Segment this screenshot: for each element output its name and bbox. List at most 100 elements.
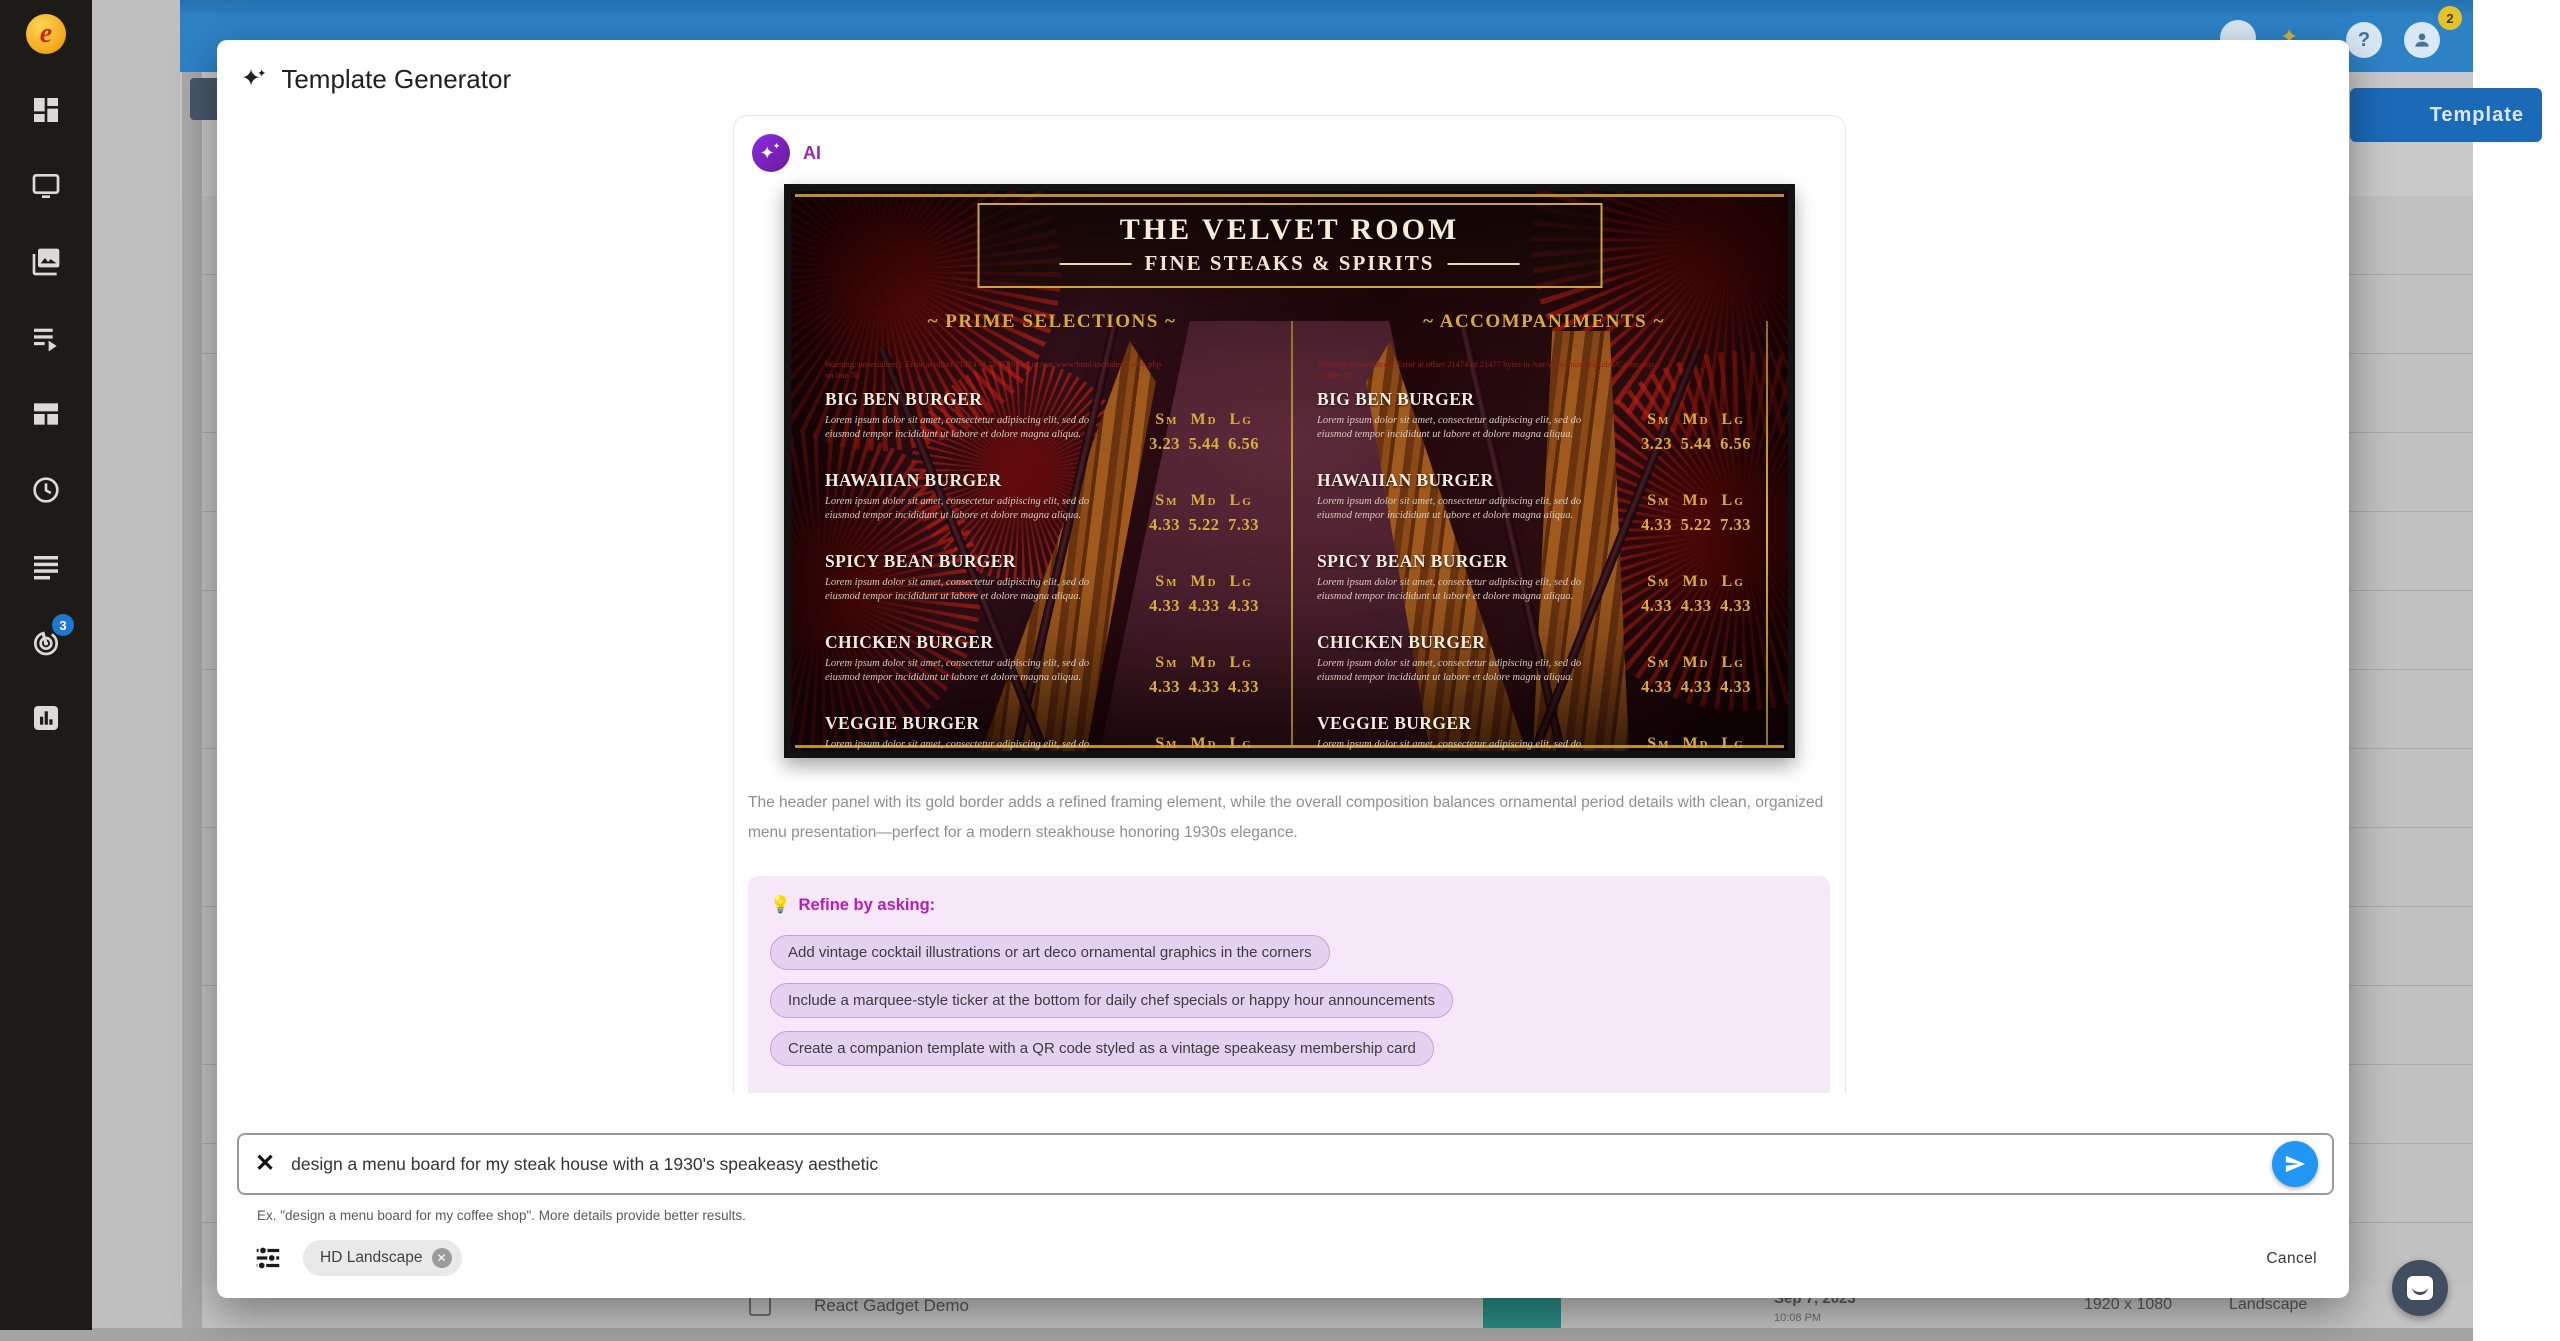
list-icon <box>30 550 62 582</box>
sidebar-item-displays[interactable] <box>26 166 66 206</box>
item-desc: Lorem ipsum dolor sit amet, consectetur … <box>825 495 1125 524</box>
sidebar-item-schedules[interactable] <box>26 470 66 510</box>
warning-text: Warning: unserialize(): Error at offset … <box>825 359 1165 383</box>
item-prices: 4.33 4.33 4.33 <box>1621 677 1771 697</box>
tune-icon[interactable] <box>253 1243 283 1273</box>
analytics-icon <box>30 702 62 734</box>
menu-header-panel: THE VELVET ROOM FINE STEAKS & SPIRITS <box>977 203 1602 288</box>
item-prices: 4.33 4.33 4.33 <box>1621 596 1771 616</box>
hidden-button-edge <box>190 78 218 120</box>
sidebar-item-media-library[interactable] <box>26 242 66 282</box>
sidebar: e <box>0 0 92 1330</box>
menu-column-prime-selections: ~ PRIME SELECTIONS ~ Warning: unserializ… <box>817 311 1287 758</box>
item-sizes: Sm Md Lg <box>1621 735 1771 753</box>
menu-item: BIG BEN BURGERLorem ipsum dolor sit amet… <box>817 389 1287 470</box>
prompt-field[interactable]: ✕ <box>237 1133 2334 1195</box>
item-sizes: Sm Md Lg <box>1129 735 1279 753</box>
item-name: HAWAIIAN BURGER <box>825 470 1129 491</box>
help-icon[interactable]: ? <box>2346 22 2382 58</box>
prompt-helper-text: Ex. "design a menu board for my coffee s… <box>257 1208 746 1223</box>
ai-label: AI <box>803 143 821 164</box>
scrollbar[interactable] <box>182 72 202 1328</box>
item-desc: Lorem ipsum dolor sit amet, consectetur … <box>1317 657 1617 686</box>
ai-header-row: ✦✦ AI <box>752 134 1845 172</box>
menu-subtitle-row: FINE STEAKS & SPIRITS <box>989 251 1590 276</box>
refine-title-row: 💡 Refine by asking: <box>770 896 1808 915</box>
item-desc: Lorem ipsum dolor sit amet, consectetur … <box>1317 414 1617 443</box>
filter-row: HD Landscape ✕ <box>253 1240 462 1276</box>
column-divider <box>1291 321 1293 745</box>
item-prices: 4.33 5.22 7.33 <box>1129 515 1279 535</box>
item-sizes: Sm Md Lg <box>1621 411 1771 429</box>
menu-section-title: ~ PRIME SELECTIONS ~ <box>817 311 1287 333</box>
generated-template-preview[interactable]: THE VELVET ROOM FINE STEAKS & SPIRITS ~ … <box>784 184 1795 758</box>
account-badge: 2 <box>2438 6 2462 30</box>
row-orientation: Landscape <box>2229 1296 2307 1314</box>
item-sizes: Sm Md Lg <box>1621 492 1771 510</box>
whats-new-badge: 3 <box>52 614 74 636</box>
refine-suggestions: Add vintage cocktail illustrations or ar… <box>770 935 1808 1066</box>
row-resolution: 1920 x 1080 <box>2084 1296 2172 1314</box>
item-prices: 3.23 5.44 6.56 <box>1621 434 1771 454</box>
rule-line <box>1060 263 1132 265</box>
item-sizes: Sm Md Lg <box>1129 654 1279 672</box>
send-icon <box>2284 1153 2306 1175</box>
refine-panel: 💡 Refine by asking: Add vintage cocktail… <box>748 876 1830 1093</box>
menu-items: BIG BEN BURGERLorem ipsum dolor sit amet… <box>817 389 1287 758</box>
item-sizes: Sm Md Lg <box>1129 492 1279 510</box>
remove-filter-icon[interactable]: ✕ <box>432 1248 452 1268</box>
suggestion-chip[interactable]: Add vintage cocktail illustrations or ar… <box>770 935 1330 970</box>
sidebar-item-reports[interactable] <box>26 546 66 586</box>
filter-chip-hd-landscape[interactable]: HD Landscape ✕ <box>303 1240 462 1276</box>
person-icon <box>2412 30 2432 50</box>
send-button[interactable] <box>2272 1141 2318 1187</box>
item-name: VEGGIE BURGER <box>825 713 1129 734</box>
menu-item: HAWAIIAN BURGER Lorem ipsum dolor sit ame… <box>817 470 1287 551</box>
prompt-input[interactable] <box>291 1154 2262 1175</box>
menu-item: SPICY BEAN BURGERLorem ipsum dolor sit a… <box>817 551 1287 632</box>
suggestion-chip[interactable]: Include a marquee-style ticker at the bo… <box>770 983 1453 1018</box>
account-icon[interactable] <box>2404 22 2440 58</box>
modal-title-row: ✦✦ Template Generator <box>241 64 511 95</box>
sidebar-item-playlists[interactable] <box>26 318 66 358</box>
menu-item: BIG BEN BURGERLorem ipsum dolor sit amet… <box>1309 389 1779 470</box>
item-prices: 4.33 4.33 4.33 <box>1129 596 1279 616</box>
suggestion-chip[interactable]: Create a companion template with a QR co… <box>770 1031 1434 1066</box>
rule-line <box>1448 263 1520 265</box>
item-desc: Lorem ipsum dolor sit amet, consectetur … <box>825 414 1125 443</box>
menu-item: SPICY BEAN BURGERLorem ipsum dolor sit a… <box>1309 551 1779 632</box>
playlist-icon <box>30 322 62 354</box>
item-name: SPICY BEAN BURGER <box>825 551 1129 572</box>
sidebar-item-whats-new[interactable]: 3 <box>26 622 66 662</box>
menu-item: CHICKEN BURGER Lorem ipsum dolor sit amet… <box>1309 632 1779 713</box>
item-desc: Lorem ipsum dolor sit amet, consectetur … <box>1317 495 1617 524</box>
clear-input-icon[interactable]: ✕ <box>255 1152 275 1176</box>
item-name: CHICKEN BURGER <box>1317 632 1621 653</box>
item-prices: 3.23 5.44 6.56 <box>1129 434 1279 454</box>
screen: Template ✦ ? 2 React Gadget Demo Sep 7, … <box>0 0 2560 1341</box>
menu-items: BIG BEN BURGERLorem ipsum dolor sit amet… <box>1309 389 1779 758</box>
sidebar-item-layouts[interactable] <box>26 394 66 434</box>
cancel-button[interactable]: Cancel <box>2266 1250 2317 1268</box>
gold-border-line <box>795 194 1784 197</box>
ai-avatar: ✦✦ <box>752 134 790 172</box>
item-sizes: Sm Md Lg <box>1129 573 1279 591</box>
ai-response-card: ✦✦ AI <box>733 115 1846 1093</box>
sidebar-item-dashboard[interactable] <box>26 90 66 130</box>
item-sizes: Sm Md Lg <box>1129 411 1279 429</box>
menu-item: VEGGIE BURGERLorem ipsum dolor sit amet,… <box>1309 713 1779 758</box>
row-time: 10:08 PM <box>1774 1312 1821 1324</box>
media-library-icon <box>30 246 62 278</box>
sparkle-icon: ✦✦ <box>241 64 270 93</box>
item-sizes: Sm Md Lg <box>1621 654 1771 672</box>
sidebar-item-analytics[interactable] <box>26 698 66 738</box>
chat-launcher-button[interactable] <box>2392 1260 2448 1316</box>
item-desc: Lorem ipsum dolor sit amet, consectetur … <box>825 657 1125 686</box>
new-template-button[interactable]: Template <box>2350 88 2542 142</box>
warning-text: Warning: unserialize(): Error at offset … <box>1317 359 1657 383</box>
modal-title: Template Generator <box>281 64 511 95</box>
menu-section-title: ~ ACCOMPANIMENTS ~ <box>1309 311 1779 333</box>
app-logo[interactable]: e <box>26 14 66 54</box>
item-name: VEGGIE BURGER <box>1317 713 1621 734</box>
filter-chip-label: HD Landscape <box>320 1249 423 1267</box>
